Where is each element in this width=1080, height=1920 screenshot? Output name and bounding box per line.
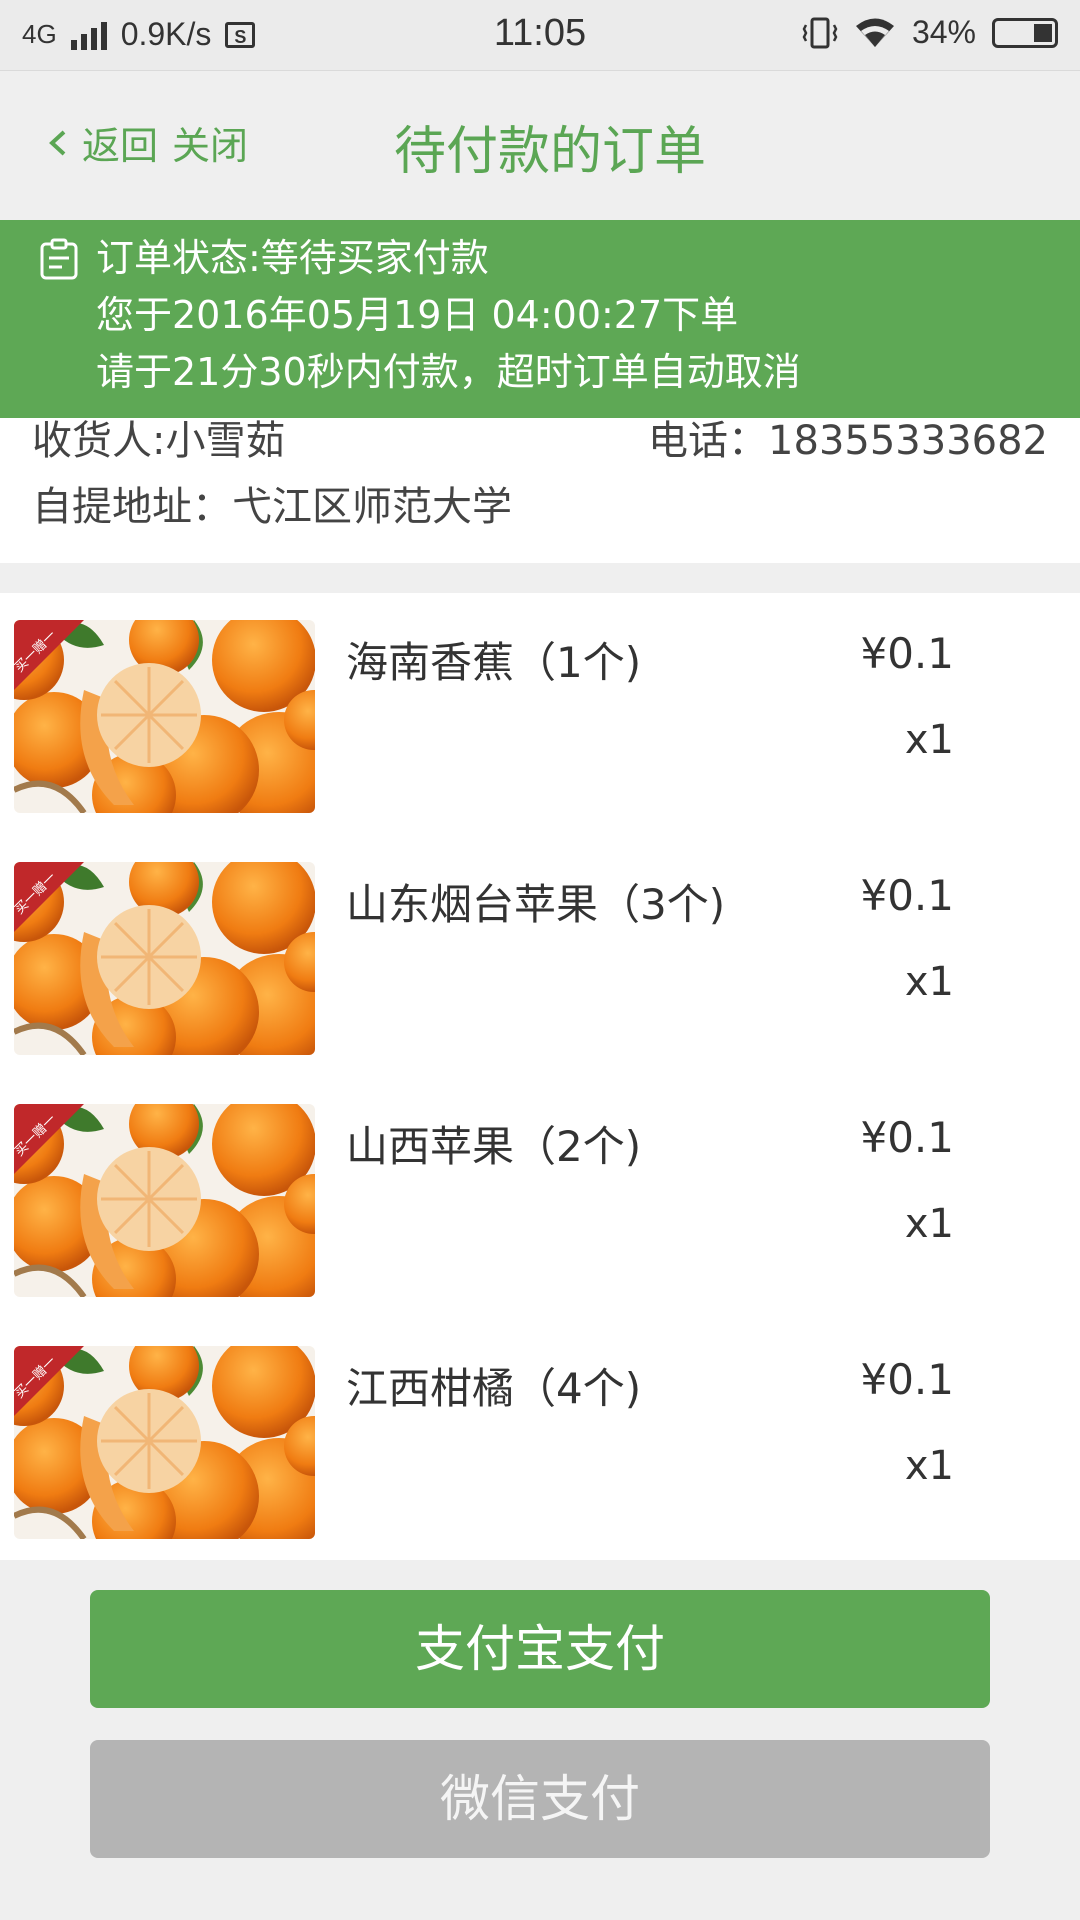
page-title: 待付款的订单 (394, 122, 707, 182)
vibrate-icon (802, 17, 838, 48)
product-quantity: x1 (904, 959, 954, 1005)
product-name: 山东烟台苹果（3个) (346, 880, 726, 929)
order-item-list: 买一赠一 海南香蕉（1个) ¥0.1 x1 买一赠一 山东烟台苹果（3个) ¥0… (0, 593, 1080, 1560)
wifi-icon (855, 18, 894, 47)
list-item[interactable]: 买一赠一 山西苹果（2个) ¥0.1 x1 (0, 1077, 1080, 1319)
banner-text: 订单状态:等待买家付款 您于2016年05月19日 04:00:27下单 请于2… (96, 230, 801, 401)
product-image: 买一赠一 (14, 1104, 315, 1297)
battery-icon (992, 17, 1058, 48)
product-name: 山西苹果（2个) (346, 1122, 642, 1171)
product-name: 海南香蕉（1个) (346, 638, 642, 687)
order-status-text: 订单状态:等待买家付款 (96, 236, 489, 280)
list-item[interactable]: 买一赠一 江西柑橘（4个) ¥0.1 x1 (0, 1319, 1080, 1561)
list-item[interactable]: 买一赠一 山东烟台苹果（3个) ¥0.1 x1 (0, 835, 1080, 1077)
back-button[interactable]: 返回 (82, 115, 158, 170)
alipay-pay-button[interactable]: 支付宝支付 (90, 1590, 990, 1708)
receiver-info: 收货人:小雪茹 电话：18355333682 自提地址：弋江区师范大学 (0, 418, 1080, 563)
orange-fruit-image: 买一赠一 (14, 1104, 315, 1297)
navigation-bar: 返回 关闭 待付款的订单 (0, 71, 1080, 220)
product-image: 买一赠一 (14, 862, 315, 1055)
order-time-text: 您于2016年05月19日 04:00:27下单 (96, 293, 739, 337)
status-right: 34% (802, 14, 1058, 51)
product-quantity: x1 (904, 717, 954, 763)
product-quantity: x1 (904, 1443, 954, 1489)
close-button[interactable]: 关闭 (172, 115, 248, 170)
orange-fruit-image: 买一赠一 (14, 620, 315, 813)
order-status-banner: 订单状态:等待买家付款 您于2016年05月19日 04:00:27下单 请于2… (0, 220, 1080, 418)
wechat-pay-button[interactable]: 微信支付 (90, 1740, 990, 1858)
status-bar: 4G 0.9K/s S 11:05 34% (0, 0, 1080, 71)
payment-countdown-text: 请于21分30秒内付款，超时订单自动取消 (96, 350, 801, 394)
chevron-left-icon[interactable] (46, 126, 68, 160)
pickup-address: 自提地址：弋江区师范大学 (32, 484, 512, 530)
orange-fruit-image: 买一赠一 (14, 862, 315, 1055)
list-item[interactable]: 买一赠一 海南香蕉（1个) ¥0.1 x1 (0, 593, 1080, 835)
product-image: 买一赠一 (14, 620, 315, 813)
product-price: ¥0.1 (860, 1355, 954, 1404)
product-price: ¥0.1 (860, 629, 954, 678)
orange-fruit-image: 买一赠一 (14, 1346, 315, 1539)
product-image: 买一赠一 (14, 1346, 315, 1539)
product-name: 江西柑橘（4个) (346, 1364, 642, 1413)
battery-percent: 34% (911, 14, 976, 50)
product-quantity: x1 (904, 1201, 954, 1247)
product-price: ¥0.1 (860, 871, 954, 920)
nav-actions: 返回 关闭 (46, 115, 248, 170)
product-price: ¥0.1 (860, 1113, 954, 1162)
order-document-icon (40, 238, 78, 280)
